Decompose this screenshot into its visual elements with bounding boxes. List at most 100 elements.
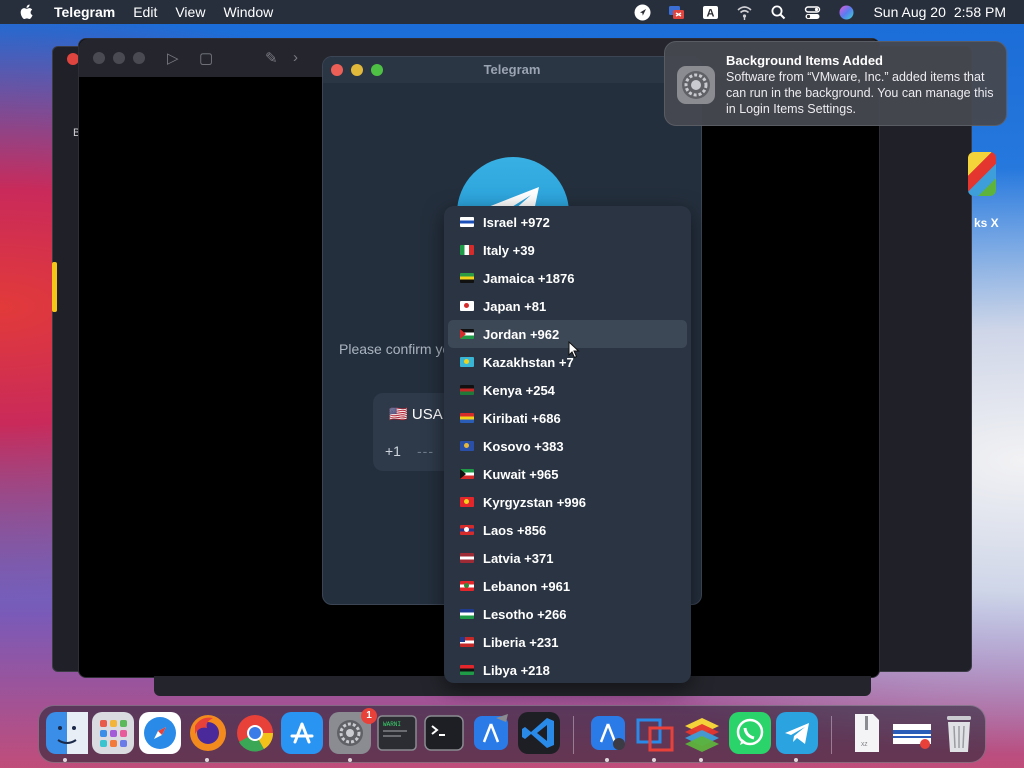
country-option-label: Kuwait +965 [483, 466, 559, 482]
phone-number-input[interactable]: --- [417, 443, 434, 459]
menu-window[interactable]: Window [214, 0, 282, 24]
country-flag-icon [460, 217, 474, 227]
country-option-label: Japan +81 [483, 298, 547, 314]
country-option-label: Jamaica +1876 [483, 270, 575, 286]
keyboard-input-icon[interactable]: A [693, 0, 727, 24]
xcode-close-button[interactable] [93, 52, 105, 64]
bluestacks-desktop-icon[interactable] [968, 152, 996, 196]
country-flag-icon [460, 665, 474, 675]
clock-time: 2:58 PM [953, 4, 1006, 20]
country-option[interactable]: Kyrgyzstan +996 [448, 488, 687, 516]
dock: 1 WARNI XZ [38, 705, 986, 763]
country-option[interactable]: Libya +218 [448, 656, 687, 683]
country-option[interactable]: Lebanon +961 [448, 572, 687, 600]
country-option-label: Libya +218 [483, 662, 550, 678]
xcode-zoom-button[interactable] [133, 52, 145, 64]
safari-icon[interactable] [139, 712, 181, 754]
svg-text:WARNI: WARNI [383, 721, 401, 728]
running-indicator [63, 758, 67, 762]
launchpad-icon[interactable] [92, 712, 134, 754]
country-flag-icon [460, 301, 474, 311]
console-icon[interactable]: WARNI [376, 712, 418, 754]
running-indicator [348, 758, 352, 762]
country-option[interactable]: Latvia +371 [448, 544, 687, 572]
menu-edit[interactable]: Edit [124, 0, 166, 24]
country-flag-icon [460, 497, 474, 507]
apple-menu-icon[interactable] [0, 0, 52, 24]
run-icon[interactable]: ▷ [167, 49, 179, 67]
country-flag-icon [460, 609, 474, 619]
firefox-icon[interactable] [187, 712, 229, 754]
running-indicator [605, 758, 609, 762]
country-flag-icon [460, 245, 474, 255]
country-option-label: Lebanon +961 [483, 578, 571, 594]
selected-country[interactable]: 🇺🇸 USA [389, 405, 443, 423]
menu-clock[interactable]: Sun Aug 20 2:58 PM [863, 4, 1024, 20]
terminal-icon[interactable] [423, 712, 465, 754]
desktop-item-label: ks X [974, 216, 999, 230]
notification-body: Software from “VMware, Inc.” added items… [726, 70, 994, 116]
vscode-icon[interactable] [518, 712, 560, 754]
background-items-notification[interactable]: Background Items Added Software from “VM… [664, 41, 1007, 126]
country-code: +1 [385, 443, 401, 459]
menu-app-name[interactable]: Telegram [52, 0, 124, 24]
country-option[interactable]: Lesotho +266 [448, 600, 687, 628]
telegram-minimize-button[interactable] [351, 64, 363, 76]
country-option-label: Liberia +231 [483, 634, 559, 650]
country-option[interactable]: Japan +81 [448, 292, 687, 320]
wrench-icon[interactable]: ✎ [265, 49, 278, 67]
xcode-instruments-icon[interactable] [587, 712, 629, 754]
telegram-zoom-button[interactable] [371, 64, 383, 76]
screen-share-icon[interactable] [659, 0, 693, 24]
app-store-icon[interactable] [281, 712, 323, 754]
finder-icon[interactable] [46, 712, 88, 754]
chrome-icon[interactable] [234, 712, 276, 754]
country-option[interactable]: Kuwait +965 [448, 460, 687, 488]
status-area: A Sun Aug 20 2:58 PM [625, 0, 1024, 24]
search-icon[interactable] [761, 0, 795, 24]
telegram-dock-icon[interactable] [776, 712, 818, 754]
country-flag-icon [460, 357, 474, 367]
dock-separator [573, 716, 574, 754]
running-indicator [652, 758, 656, 762]
archive-file-icon[interactable]: XZ [845, 712, 887, 754]
menu-view[interactable]: View [166, 0, 214, 24]
telegram-titlebar: Telegram [323, 57, 701, 83]
country-option[interactable]: Jamaica +1876 [448, 264, 687, 292]
yellow-side-tab[interactable] [52, 262, 57, 312]
control-center-icon[interactable] [795, 0, 829, 24]
chevron-right-icon[interactable]: › [293, 49, 298, 66]
country-option[interactable]: Italy +39 [448, 236, 687, 264]
country-option-label: Lesotho +266 [483, 606, 567, 622]
xcode-minimize-button[interactable] [113, 52, 125, 64]
country-option[interactable]: Israel +972 [448, 208, 687, 236]
country-option[interactable]: Kiribati +686 [448, 404, 687, 432]
country-option-label: Latvia +371 [483, 550, 554, 566]
country-flag-icon [460, 329, 474, 339]
telegram-close-button[interactable] [331, 64, 343, 76]
xcode-icon[interactable] [470, 712, 512, 754]
country-flag-icon [460, 441, 474, 451]
preview-file-icon[interactable] [891, 712, 933, 754]
country-option-label: Kazakhstan +7 [483, 354, 574, 370]
wifi-icon[interactable] [727, 0, 761, 24]
vmware-fusion-icon[interactable] [634, 712, 676, 754]
stop-icon[interactable]: ▢ [199, 49, 213, 67]
whatsapp-icon[interactable] [729, 712, 771, 754]
location-arrow-icon[interactable] [625, 0, 659, 24]
country-option-label: Kyrgyzstan +996 [483, 494, 586, 510]
country-option[interactable]: Laos +856 [448, 516, 687, 544]
country-option[interactable]: Liberia +231 [448, 628, 687, 656]
country-option-label: Kiribati +686 [483, 410, 561, 426]
country-flag-icon [460, 553, 474, 563]
siri-icon[interactable] [829, 0, 863, 24]
trash-icon[interactable] [938, 712, 980, 754]
bluestacks-icon[interactable] [681, 712, 723, 754]
country-option-label: Kosovo +383 [483, 438, 564, 454]
system-settings-dock-icon[interactable]: 1 [329, 708, 377, 754]
country-flag-icon [460, 385, 474, 395]
country-dropdown[interactable]: Israel +972 Italy +39 Jamaica +1876 Japan +… [444, 206, 691, 683]
country-option[interactable]: Kosovo +383 [448, 432, 687, 460]
country-option[interactable]: Kenya +254 [448, 376, 687, 404]
svg-text:XZ: XZ [861, 742, 867, 748]
